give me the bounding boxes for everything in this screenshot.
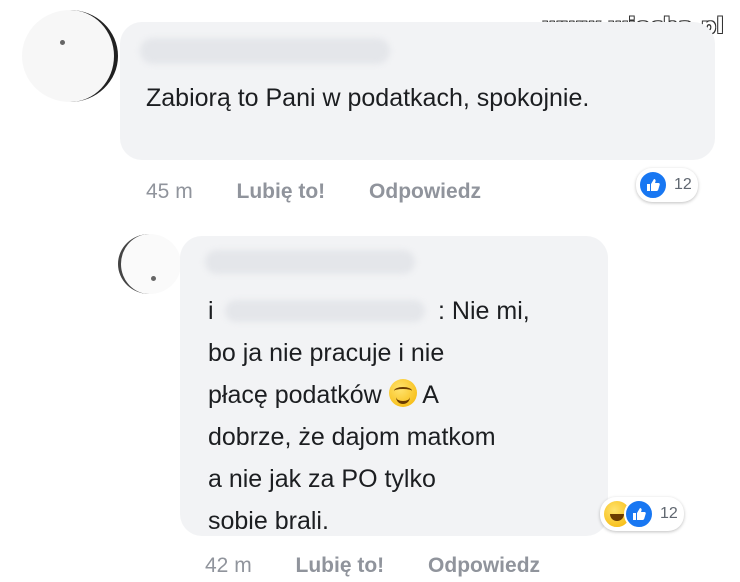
comment-text: Zabiorą to Pani w podatkach, spokojnie. — [146, 84, 590, 112]
comment-timestamp: 45 m — [146, 180, 193, 203]
reaction-summary[interactable]: 12 — [600, 497, 684, 531]
reply-button[interactable]: Odpowiedz — [428, 554, 540, 577]
reaction-count: 12 — [660, 505, 678, 522]
reaction-summary[interactable]: 12 — [636, 168, 698, 202]
reaction-count: 12 — [674, 176, 692, 193]
reply-button[interactable]: Odpowiedz — [369, 180, 481, 203]
comment-line: a nie jak za PO tylko — [208, 465, 436, 493]
redacted-author-name — [140, 38, 390, 64]
like-button[interactable]: Lubię to! — [296, 554, 385, 577]
comment-line: i: Nie mi, — [208, 290, 598, 332]
avatar[interactable] — [22, 10, 118, 102]
comment-actions: 45 m Lubię to! Odpowiedz — [146, 180, 519, 204]
comment-line: dobrze, że dajom matkom — [208, 423, 496, 451]
like-button[interactable]: Lubię to! — [237, 180, 326, 203]
smiling-emoji-icon — [388, 379, 417, 407]
comment-line-text: Nie mi, — [451, 297, 530, 325]
comment-line: płacę podatków A — [208, 374, 598, 416]
comment-line: sobie brali. — [208, 507, 329, 535]
comment-line-text: płacę podatków — [208, 381, 382, 409]
comment-text: i: Nie mi, bo ja nie pracuje i nie płacę… — [208, 290, 598, 542]
like-icon — [638, 170, 668, 200]
like-icon — [624, 499, 654, 529]
comment-timestamp: 42 m — [205, 554, 252, 577]
mention-end: : — [438, 297, 445, 325]
comment-line: bo ja nie pracuje i nie — [208, 339, 445, 367]
comment-line-text: A — [422, 381, 439, 409]
redacted-author-name — [205, 250, 415, 274]
comment-actions: 42 m Lubię to! Odpowiedz — [205, 554, 578, 578]
avatar[interactable] — [118, 234, 181, 294]
mention-start: i — [208, 297, 214, 325]
